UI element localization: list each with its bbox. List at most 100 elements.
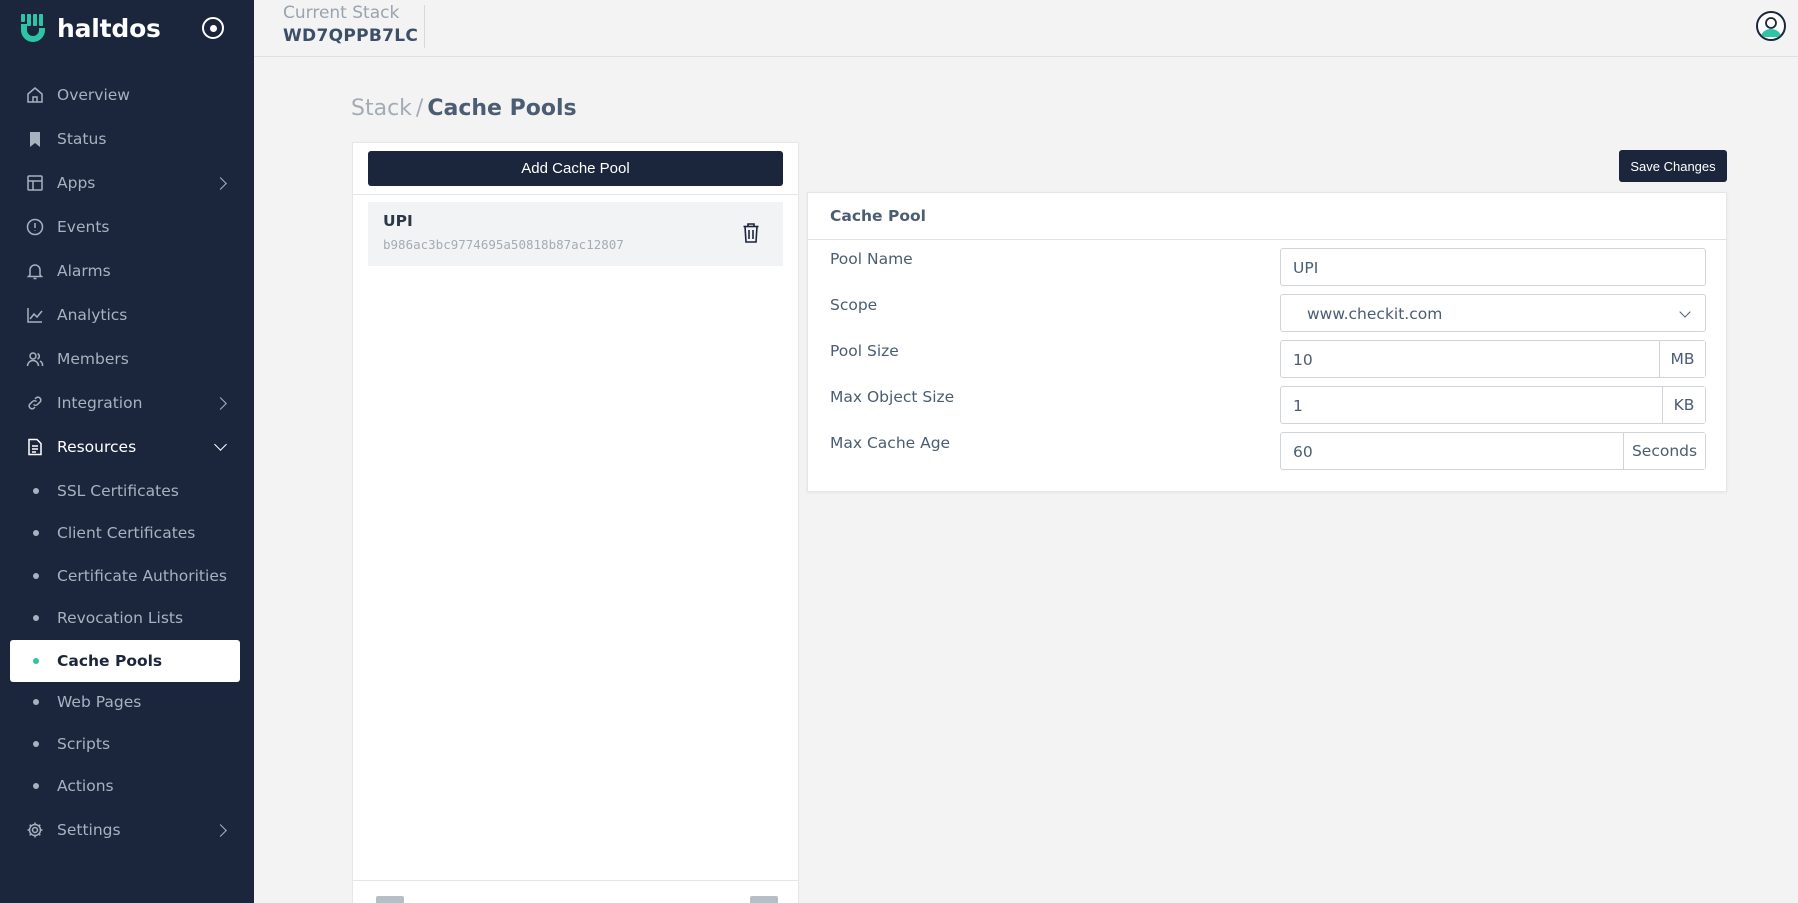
breadcrumb-separator: /	[415, 96, 424, 121]
max-object-size-unit: KB	[1662, 387, 1705, 423]
pool-size-unit: MB	[1659, 341, 1705, 377]
sidebar-subitem-label: Revocation Lists	[57, 609, 184, 627]
bullet-icon	[33, 488, 39, 494]
bullet-icon	[33, 658, 39, 664]
sidebar-subitem-client-certificates[interactable]: Client Certificates	[0, 515, 254, 551]
sidebar-subitem-scripts[interactable]: Scripts	[0, 726, 254, 762]
sidebar-item-label: Resources	[57, 438, 137, 456]
sidebar: haltdos Overview Status Apps Events Alar…	[0, 0, 254, 903]
pool-name-input[interactable]: UPI	[1280, 248, 1706, 286]
sidebar-item-overview[interactable]: Overview	[0, 76, 254, 114]
pool-list-panel: Add Cache Pool UPI b986ac3bc9774695a5081…	[352, 142, 799, 903]
page-title: Cache Pools	[427, 96, 577, 121]
alert-circle-icon	[26, 218, 44, 236]
max-cache-age-value: 60	[1293, 443, 1313, 461]
sidebar-subitem-revocation-lists[interactable]: Revocation Lists	[0, 600, 254, 636]
gear-icon	[26, 821, 44, 839]
pool-item-id: b986ac3bc9774695a50818b87ac12807	[383, 237, 624, 252]
chevron-down-icon	[1679, 306, 1691, 318]
sidebar-item-label: Settings	[57, 821, 121, 839]
divider	[808, 239, 1726, 240]
sidebar-subitem-actions[interactable]: Actions	[0, 768, 254, 804]
pool-name-label: Pool Name	[830, 250, 913, 268]
scope-label: Scope	[830, 296, 878, 314]
sidebar-item-label: Alarms	[57, 262, 111, 280]
bullet-icon	[33, 615, 39, 621]
max-cache-age-label: Max Cache Age	[830, 434, 951, 452]
sidebar-item-members[interactable]: Members	[0, 340, 254, 378]
sidebar-item-events[interactable]: Events	[0, 208, 254, 246]
bullet-icon	[33, 741, 39, 747]
sidebar-subitem-label: Cache Pools	[57, 652, 163, 670]
pool-size-input[interactable]: 10 MB	[1280, 340, 1706, 378]
add-cache-pool-button[interactable]: Add Cache Pool	[368, 151, 783, 186]
sidebar-subitem-label: Scripts	[57, 735, 111, 753]
layout-icon	[26, 174, 44, 192]
breadcrumb-parent[interactable]: Stack	[351, 96, 412, 121]
pool-size-label: Pool Size	[830, 342, 899, 360]
link-icon	[26, 394, 44, 412]
sidebar-subitem-certificate-authorities[interactable]: Certificate Authorities	[0, 558, 254, 594]
divider	[424, 5, 425, 48]
sidebar-item-label: Events	[57, 218, 110, 236]
sidebar-item-label: Overview	[57, 86, 130, 104]
home-icon	[26, 86, 44, 104]
haltdos-logo-icon	[20, 13, 48, 43]
sidebar-subitem-cache-pools[interactable]: Cache Pools	[10, 640, 240, 682]
sidebar-item-label: Members	[57, 350, 129, 368]
max-object-size-value: 1	[1293, 397, 1303, 415]
sidebar-item-resources[interactable]: Resources	[0, 428, 254, 466]
pool-item-name: UPI	[383, 212, 413, 230]
sidebar-subitem-label: Web Pages	[57, 693, 142, 711]
max-cache-age-unit: Seconds	[1623, 433, 1705, 469]
pool-size-value: 10	[1293, 351, 1313, 369]
bullet-icon	[33, 573, 39, 579]
trash-icon[interactable]	[742, 222, 760, 244]
current-stack-label: Current Stack	[283, 3, 400, 23]
current-stack-value[interactable]: WD7QPPB7LC	[283, 26, 418, 46]
max-object-size-label: Max Object Size	[830, 388, 955, 406]
scope-value: www.checkit.com	[1307, 305, 1443, 323]
users-icon	[26, 350, 44, 368]
divider	[353, 194, 798, 195]
bullet-icon	[33, 699, 39, 705]
document-icon	[26, 438, 44, 456]
chevron-down-icon	[214, 438, 227, 451]
sidebar-item-alarms[interactable]: Alarms	[0, 252, 254, 290]
sidebar-subitem-label: Certificate Authorities	[57, 567, 227, 585]
pool-name-value: UPI	[1293, 259, 1319, 277]
cache-pool-form: Cache Pool Pool Name UPI Scope www.check…	[807, 192, 1727, 492]
sidebar-item-label: Status	[57, 130, 107, 148]
user-avatar-icon[interactable]	[1756, 11, 1786, 41]
sidebar-item-settings[interactable]: Settings	[0, 811, 254, 849]
pagination-next-button[interactable]	[750, 896, 778, 903]
scope-select[interactable]: www.checkit.com	[1280, 294, 1706, 332]
divider	[353, 880, 798, 881]
list-item[interactable]: UPI b986ac3bc9774695a50818b87ac12807	[368, 202, 783, 266]
breadcrumb: Stack / Cache Pools	[351, 96, 577, 121]
sidebar-item-analytics[interactable]: Analytics	[0, 296, 254, 334]
sidebar-item-integration[interactable]: Integration	[0, 384, 254, 422]
sidebar-subitem-web-pages[interactable]: Web Pages	[0, 684, 254, 720]
max-object-size-input[interactable]: 1 KB	[1280, 386, 1706, 424]
topbar: Current Stack WD7QPPB7LC	[254, 0, 1798, 57]
save-changes-button[interactable]: Save Changes	[1619, 150, 1727, 182]
sidebar-subitem-label: Client Certificates	[57, 524, 196, 542]
sidebar-toggle-icon[interactable]	[202, 17, 224, 39]
sidebar-subitem-label: Actions	[57, 777, 114, 795]
sidebar-item-apps[interactable]: Apps	[0, 164, 254, 202]
chart-line-icon	[26, 306, 44, 324]
sidebar-subitem-label: SSL Certificates	[57, 482, 179, 500]
sidebar-item-label: Analytics	[57, 306, 128, 324]
sidebar-item-status[interactable]: Status	[0, 120, 254, 158]
chevron-right-icon	[214, 824, 227, 837]
max-cache-age-input[interactable]: 60 Seconds	[1280, 432, 1706, 470]
sidebar-subitem-ssl-certificates[interactable]: SSL Certificates	[0, 473, 254, 509]
brand[interactable]: haltdos	[20, 10, 161, 46]
sidebar-item-label: Apps	[57, 174, 96, 192]
bullet-icon	[33, 783, 39, 789]
chevron-right-icon	[214, 397, 227, 410]
bell-icon	[26, 262, 44, 280]
pagination-prev-button[interactable]	[376, 896, 404, 903]
bullet-icon	[33, 530, 39, 536]
